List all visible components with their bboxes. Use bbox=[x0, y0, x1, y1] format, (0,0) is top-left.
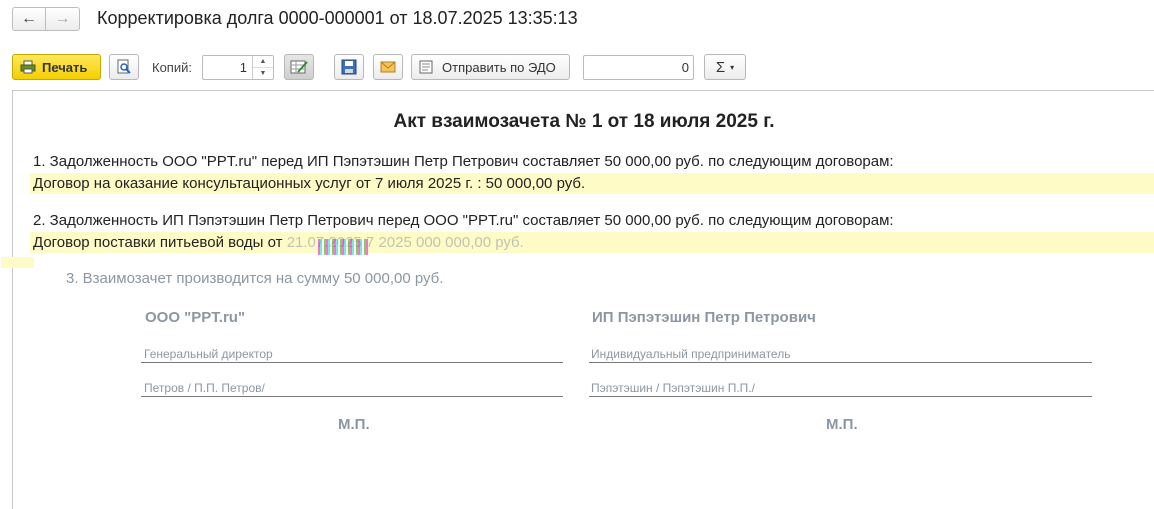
copies-value: 1 bbox=[239, 60, 247, 75]
copies-label: Копий: bbox=[152, 60, 192, 75]
preview-button[interactable] bbox=[109, 54, 139, 80]
back-button[interactable]: ← bbox=[12, 7, 46, 31]
forward-button[interactable]: → bbox=[46, 7, 80, 31]
floppy-disk-icon bbox=[341, 59, 357, 75]
print-button[interactable]: Печать bbox=[12, 54, 101, 80]
edit-table-icon bbox=[290, 60, 308, 74]
sum-value: 0 bbox=[681, 60, 689, 75]
contract-2-visible: Договор поставки питьевой воды от bbox=[33, 234, 283, 251]
right-stamp-label: М.П. bbox=[826, 416, 858, 433]
document-title: Акт взаимозачета № 1 от 18 июля 2025 г. bbox=[393, 111, 775, 132]
render-artifact bbox=[318, 239, 368, 255]
sigma-icon: Σ bbox=[715, 58, 726, 76]
left-signature-line bbox=[141, 396, 563, 397]
left-stamp-label: М.П. bbox=[338, 416, 370, 433]
sum-menu-button[interactable]: Σ ▾ bbox=[704, 54, 746, 80]
arrow-left-icon: ← bbox=[21, 10, 37, 27]
right-position: Индивидуальный предприниматель bbox=[591, 347, 791, 361]
window-title: Корректировка долга 0000-000001 от 18.07… bbox=[97, 8, 578, 28]
left-position-line bbox=[141, 362, 563, 363]
left-party-name: ООО "PPT.ru" bbox=[145, 309, 246, 326]
save-button[interactable] bbox=[334, 54, 364, 80]
chevron-down-icon: ▾ bbox=[730, 62, 735, 72]
copies-input[interactable]: 1 ▲ ▼ bbox=[202, 55, 274, 80]
edit-mode-button[interactable] bbox=[284, 54, 314, 80]
arrow-right-icon: → bbox=[54, 10, 71, 27]
left-signature: Петров / П.П. Петров/ bbox=[144, 381, 265, 395]
printer-icon bbox=[20, 60, 36, 74]
paragraph-3: 3. Взаимозачет производится на сумму 50 … bbox=[66, 270, 444, 287]
contract-1-row: Договор на оказание консультационных усл… bbox=[30, 173, 1154, 194]
envelope-icon bbox=[380, 61, 396, 73]
send-edo-button[interactable]: Отправить по ЭДО bbox=[411, 54, 570, 80]
print-button-label: Печать bbox=[42, 59, 88, 75]
edo-document-icon bbox=[419, 60, 433, 74]
send-edo-label: Отправить по ЭДО bbox=[442, 59, 556, 75]
right-signature-line bbox=[589, 396, 1092, 397]
contract-1-text: Договор на оказание консультационных усл… bbox=[33, 175, 586, 192]
paragraph-2: 2. Задолженность ИП Пэпэтэшин Петр Петро… bbox=[33, 212, 894, 229]
copies-stepper[interactable]: ▲ ▼ bbox=[252, 56, 273, 79]
stepper-up-icon[interactable]: ▲ bbox=[253, 56, 273, 68]
navigation-buttons: ← → bbox=[12, 7, 80, 31]
left-position: Генеральный директор bbox=[144, 347, 273, 361]
print-preview-icon bbox=[117, 59, 131, 74]
email-button[interactable] bbox=[373, 54, 403, 80]
right-signature: Пэпэтэшин / Пэпэтэшин П.П./ bbox=[591, 381, 755, 395]
right-party-name: ИП Пэпэтэшин Петр Петрович bbox=[592, 309, 816, 326]
document-area[interactable]: Акт взаимозачета № 1 от 18 июля 2025 г. … bbox=[1, 90, 1154, 509]
highlight-fragment bbox=[1, 257, 34, 268]
paragraph-1: 1. Задолженность ООО "PPT.ru" перед ИП П… bbox=[33, 153, 894, 170]
contract-2-row: Договор поставки питьевой воды от 21.07.… bbox=[30, 232, 1154, 253]
sum-field[interactable]: 0 bbox=[583, 55, 694, 80]
right-position-line bbox=[589, 362, 1092, 363]
stepper-down-icon[interactable]: ▼ bbox=[253, 68, 273, 79]
contract-2-text: Договор поставки питьевой воды от 21.07.… bbox=[33, 234, 524, 251]
